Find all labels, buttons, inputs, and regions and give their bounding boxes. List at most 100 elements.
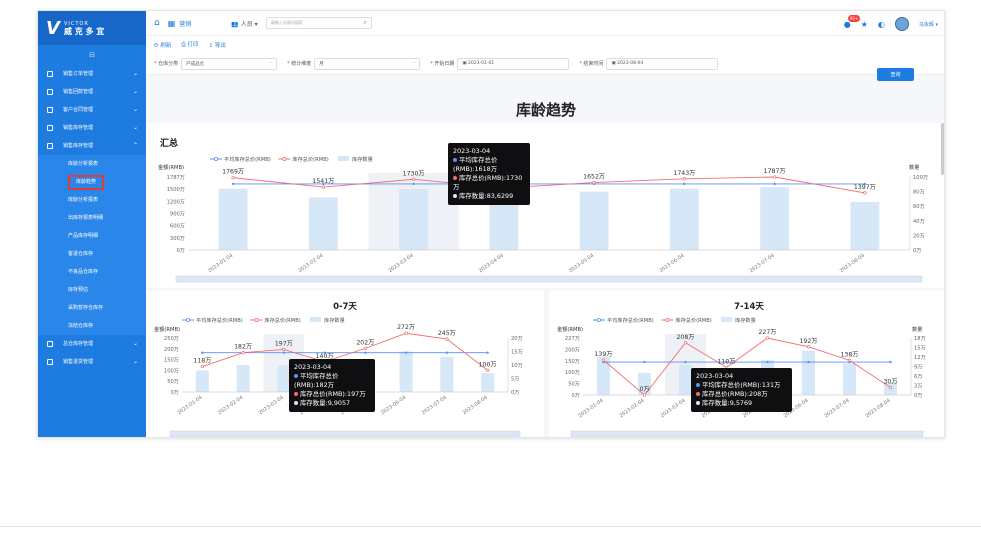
notification-badge: 99+	[847, 14, 861, 22]
tooltip-qty-row: 库存数量:9,9057	[294, 399, 370, 408]
avg-point	[445, 351, 449, 354]
page-scrollbar[interactable]	[941, 123, 944, 175]
sidebar-sub-age-report[interactable]: 库龄分析报表	[38, 155, 146, 173]
top-bar: ⌂ ▦ 营销 👥 人员 ▾ 请输入关键词搜索 ⌕ ● 99+ ★ ◐ 马永辉 ▾	[146, 11, 944, 36]
sidebar-item-stock-b[interactable]: 销售库存管理 ⌃	[38, 137, 146, 155]
start-date-input[interactable]: ▣ 2023-01-01	[457, 57, 570, 70]
avg-point	[684, 360, 687, 364]
zoom-slider	[169, 430, 521, 437]
bar-qty	[579, 191, 609, 250]
app-name[interactable]: 营销	[179, 19, 191, 28]
doc-icon	[47, 89, 53, 95]
chevron-down-icon: ⌄	[132, 106, 138, 113]
sidebar-sub-defect-stock[interactable]: 不良品仓库存	[38, 263, 146, 281]
y2-tick-label: 3万	[914, 383, 923, 390]
chart-7-14-card: 7-14天 平均库存总价(RMB) 库存总价(RMB) 库存数量 金额(RMB) 数量 22…	[549, 291, 944, 437]
sidebar-collapse-icon[interactable]: ⊟	[38, 45, 146, 65]
dimension-label: * 统计维度	[287, 61, 312, 67]
data-label: 1769万	[222, 169, 244, 176]
sidebar-item-sales-order[interactable]: 销售订单管理 ⌄	[38, 65, 146, 83]
end-date-input[interactable]: ▣ 2023-08-04	[606, 57, 719, 70]
sidebar-sub-product-stock[interactable]: 产品库存明细	[38, 227, 146, 245]
sidebar-item-stock-a[interactable]: 销售库存管理 ⌄	[38, 119, 146, 137]
y2-tick-label: 0万	[511, 389, 520, 396]
person-icon: 👥	[231, 20, 241, 28]
y-axis-label: 金额(RMB)	[154, 325, 180, 333]
y2-tick-label: 12万	[914, 354, 926, 361]
apps-grid-icon[interactable]: ▦	[168, 19, 176, 28]
legend-dot-icon	[453, 176, 457, 180]
sidebar-sub-purchase-temp[interactable]: 采购暂存仓库存	[38, 299, 146, 317]
y-axis-label: 金额(RMB)	[557, 325, 583, 333]
theme-icon[interactable]: ◐	[878, 20, 885, 29]
total-point	[683, 341, 688, 345]
export-button[interactable]: ⇪ 导出	[209, 41, 226, 49]
person-select[interactable]: 👥 人员 ▾	[231, 19, 257, 28]
sidebar-sub-frozen[interactable]: 冻结仓库存	[38, 317, 146, 335]
bar-qty	[440, 356, 454, 392]
zoom-slider	[175, 275, 923, 283]
refresh-label: 刷新	[160, 42, 172, 49]
tooltip-total: 库存总价(RMB):208万	[702, 390, 768, 398]
sidebar-item-return[interactable]: 销售退货管理 ⌄	[38, 353, 146, 371]
sidebar-sub-return-stock[interactable]: 客退仓库存	[38, 245, 146, 263]
sidebar-item-label: 销售回款管理	[63, 88, 94, 95]
legend-bar-icon	[721, 317, 732, 322]
sidebar-sub-outbound[interactable]: 出库存报表明细	[38, 209, 146, 227]
username[interactable]: 马永辉 ▾	[919, 21, 938, 28]
sidebar-sub-age-report-2[interactable]: 库龄分析报表	[38, 191, 146, 209]
data-label: 1730万	[403, 170, 425, 177]
dimension-select[interactable]: 月 ⌄	[314, 57, 421, 70]
warehouse-label: * 仓库分类	[154, 61, 179, 67]
sidebar-sub-label: 客退仓库存	[68, 250, 94, 257]
data-label: 1787万	[764, 168, 786, 175]
data-label: 0万	[639, 386, 649, 393]
star-icon[interactable]: ★	[861, 20, 868, 29]
avg-point	[889, 360, 892, 364]
avatar[interactable]	[894, 17, 909, 31]
query-button[interactable]: 查询	[877, 68, 914, 81]
chevron-down-icon: ⌄	[132, 124, 138, 131]
zoom-slider	[570, 430, 924, 437]
sidebar-sub-age-trend[interactable]: 库龄趋势	[38, 173, 146, 191]
data-label: 208万	[677, 334, 695, 341]
y2-tick-label: 20万	[511, 335, 523, 342]
sidebar-sub-label: 库龄分析报表	[68, 196, 99, 203]
sidebar-item-label: 销售库存管理	[63, 124, 94, 131]
y-tick-label: 200万	[164, 346, 179, 353]
chevron-up-icon: ⌃	[132, 142, 138, 149]
print-button[interactable]: ⎙ 打印	[181, 40, 198, 49]
total-point	[404, 331, 408, 335]
search-icon[interactable]: ⌕	[363, 19, 366, 27]
tooltip-total-row: 库存总价(RMB):1730万	[453, 174, 525, 192]
x-tick-label: 2023-01-04	[577, 398, 604, 420]
brand-logo: V VICTOR 威 克 多 宜	[38, 11, 146, 45]
tooltip-avg-row: 平均库存总价(RMB):182万	[294, 372, 370, 390]
sidebar-item-contract[interactable]: 客户合同管理 ⌄	[38, 101, 146, 119]
legend-label: 库存总价(RMB)	[264, 316, 300, 324]
chevron-down-icon: ⌄	[132, 70, 138, 77]
refresh-button[interactable]: ⟳ 刷新	[154, 41, 171, 49]
avg-point	[643, 360, 646, 364]
home-icon[interactable]: ⌂	[154, 18, 160, 28]
search-input[interactable]: 请输入关键词搜索 ⌕	[265, 17, 372, 29]
main-area: ⌂ ▦ 营销 👥 人员 ▾ 请输入关键词搜索 ⌕ ● 99+ ★ ◐ 马永辉 ▾ ⟳…	[146, 11, 944, 437]
x-tick-label: 2023-08-04	[462, 395, 489, 417]
sidebar-sub-forecast[interactable]: 库存预估	[38, 281, 146, 299]
sidebar-item-payment[interactable]: 销售回款管理 ⌄	[38, 83, 146, 101]
legend-marker-icon	[186, 317, 191, 322]
tooltip-qty: 库存数量:9,5769	[702, 399, 753, 407]
tooltip-date: 2023-03-04	[696, 372, 734, 380]
sidebar-sub-label: 库龄趋势	[68, 174, 105, 190]
summary-chart-card: 汇总 平均库存总价(RMB) 库存总价(RMB) 库存数量 金额(RMB) 数量 1787万…	[146, 123, 944, 288]
sidebar-item-main-warehouse[interactable]: 总仓库存管理 ⌄	[38, 335, 146, 353]
doc-icon	[47, 143, 53, 149]
bell-icon[interactable]: ● 99+	[844, 14, 861, 29]
tooltip-qty: 库存数量:83,6299	[459, 192, 514, 200]
bar-qty	[218, 188, 248, 250]
x-tick-label: 2023-07-04	[823, 398, 850, 420]
total-point	[847, 358, 852, 362]
chart-7-14-tooltip: 2023-03-04 平均库存总价(RMB):131万 库存总价(RMB):20…	[691, 368, 792, 412]
y-tick-label: 0万	[572, 392, 581, 399]
warehouse-select[interactable]: 产成品仓 ⌄	[181, 57, 278, 70]
